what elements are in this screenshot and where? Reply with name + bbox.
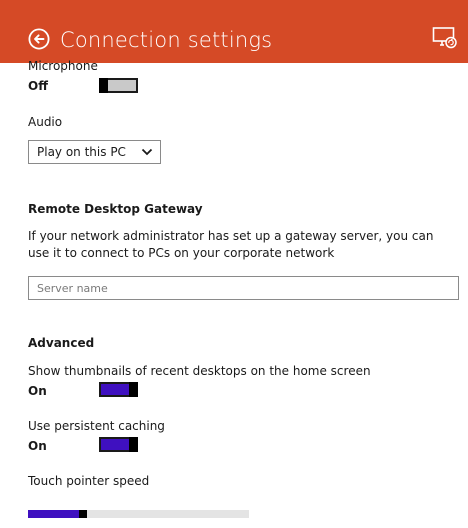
audio-label: Audio: [28, 115, 63, 129]
back-arrow-icon[interactable]: [28, 28, 50, 50]
page-title: Connection settings: [60, 28, 273, 52]
audio-select-value: Play on this PC: [37, 145, 126, 159]
thumbnails-state: On: [28, 384, 47, 398]
thumbnails-toggle[interactable]: [99, 382, 138, 397]
toggle-thumb[interactable]: [129, 437, 138, 452]
pointer-speed-slider[interactable]: [28, 510, 249, 518]
caching-state: On: [28, 439, 47, 453]
microphone-label: Microphone: [28, 59, 98, 73]
toggle-thumb[interactable]: [129, 382, 138, 397]
server-name-input[interactable]: [28, 276, 459, 300]
pointer-speed-label: Touch pointer speed: [28, 474, 150, 488]
chevron-down-icon: [141, 148, 153, 156]
microphone-toggle[interactable]: [99, 78, 138, 93]
remote-desktop-icon[interactable]: [432, 26, 458, 50]
slider-thumb[interactable]: [79, 510, 87, 518]
caching-label: Use persistent caching: [28, 419, 165, 433]
gateway-description: If your network administrator has set up…: [28, 229, 434, 260]
toggle-thumb[interactable]: [99, 78, 108, 93]
advanced-section-title: Advanced: [28, 336, 95, 350]
audio-select[interactable]: Play on this PC: [28, 140, 161, 164]
microphone-state: Off: [28, 79, 48, 93]
thumbnails-label: Show thumbnails of recent desktops on th…: [28, 364, 371, 378]
gateway-section-title: Remote Desktop Gateway: [28, 202, 203, 216]
caching-toggle[interactable]: [99, 437, 138, 452]
slider-fill: [28, 510, 79, 518]
header-bar: Connection settings: [0, 0, 468, 63]
